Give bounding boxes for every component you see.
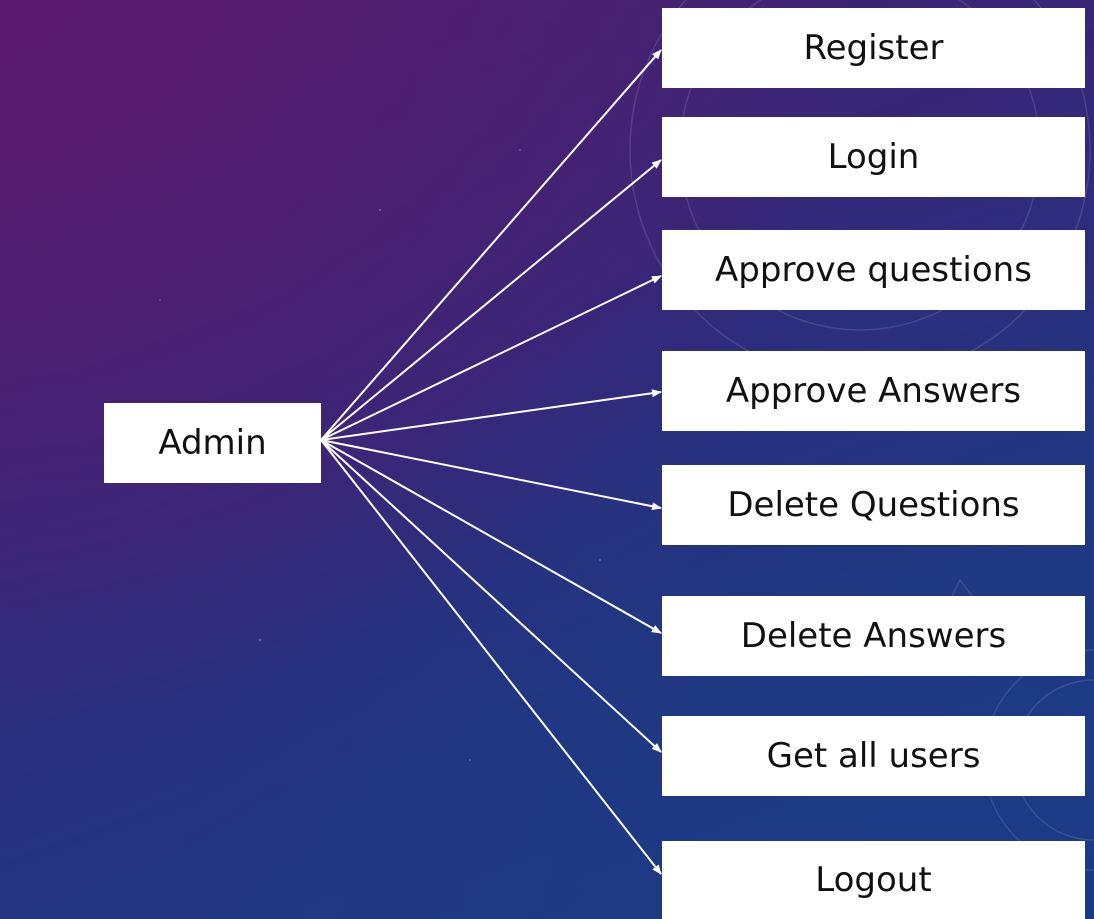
arrow-admin-to-get-all-users: [320, 439, 662, 753]
node-delete-answers: Delete Answers: [662, 596, 1085, 676]
node-register: Register: [662, 8, 1085, 88]
arrow-admin-to-delete-answers: [320, 439, 662, 634]
node-approve-answers: Approve Answers: [662, 351, 1085, 431]
node-admin: Admin: [104, 403, 321, 483]
node-login: Login: [662, 117, 1085, 197]
arrow-admin-to-register: [320, 49, 662, 441]
node-delete-questions: Delete Questions: [662, 465, 1085, 545]
arrow-admin-to-delete-questions: [320, 439, 662, 511]
arrow-admin-to-logout: [320, 439, 662, 875]
node-approve-questions: Approve questions: [662, 230, 1085, 310]
node-logout: Logout: [662, 841, 1085, 919]
node-get-all-users: Get all users: [662, 716, 1085, 796]
